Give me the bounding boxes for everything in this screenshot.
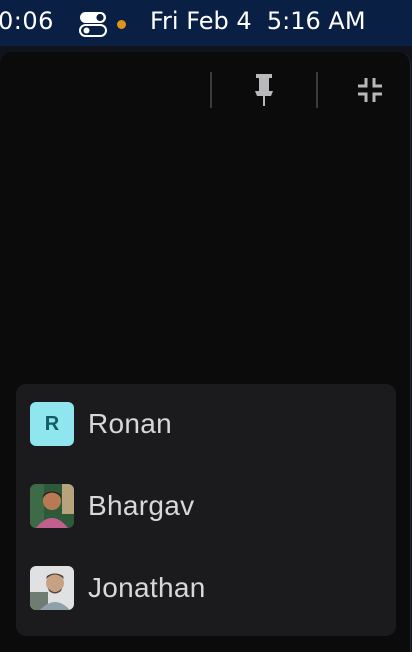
avatar: R	[30, 402, 74, 446]
toggle-icon[interactable]	[79, 10, 107, 38]
participants-panel: R Ronan Bhargav Jonathan	[16, 384, 396, 636]
participant-name: Bhargav	[88, 490, 195, 521]
participant-name: Jonathan	[88, 572, 206, 603]
menu-bar: 0:06 Fri Feb 4 5:16 AM	[0, 0, 412, 46]
avatar	[30, 566, 74, 610]
minimize-icon[interactable]	[353, 73, 387, 107]
participant-row[interactable]: R Ronan	[30, 399, 380, 449]
pin-icon[interactable]	[247, 73, 281, 107]
participant-row[interactable]: Bhargav	[30, 481, 380, 531]
menubar-date-time[interactable]: Fri Feb 4 5:16 AM	[150, 7, 366, 35]
avatar	[30, 484, 74, 528]
status-dot-icon	[117, 20, 126, 29]
menubar-clock-partial: 0:06	[0, 7, 54, 35]
toolbar-divider	[210, 72, 212, 108]
participant-name: Ronan	[88, 408, 173, 439]
participant-row[interactable]: Jonathan	[30, 563, 380, 613]
toolbar-divider	[316, 72, 318, 108]
